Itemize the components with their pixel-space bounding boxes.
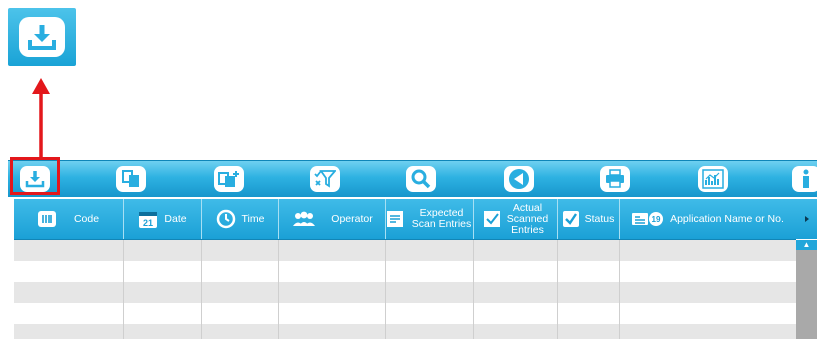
table-row[interactable]: [14, 282, 796, 303]
svg-text:21: 21: [143, 218, 153, 228]
download-icon-callout: [8, 8, 76, 66]
column-header-label: Code: [73, 212, 100, 225]
table-cell-code[interactable]: [14, 303, 124, 324]
copy-icon: [122, 170, 139, 187]
table-cell-operator[interactable]: [279, 303, 386, 324]
table-cell-actual[interactable]: [474, 261, 558, 282]
column-header-code[interactable]: Code: [14, 199, 124, 239]
column-header-actual-scanned-entries[interactable]: Actual Scanned Entries: [474, 199, 558, 239]
column-header-date[interactable]: 21 Date: [124, 199, 202, 239]
table-cell-expected[interactable]: [386, 324, 474, 339]
table-cell-status[interactable]: [558, 261, 620, 282]
print-button[interactable]: [600, 166, 630, 192]
checklist-icon: [483, 210, 501, 228]
table-cell-application[interactable]: [620, 282, 796, 303]
column-header-label: Expected Scan Entries: [411, 207, 472, 230]
table-cell-application[interactable]: [620, 240, 796, 261]
table-cell-actual[interactable]: [474, 282, 558, 303]
table-row[interactable]: [14, 240, 796, 261]
table-body: [14, 240, 796, 339]
table-cell-date[interactable]: [124, 261, 202, 282]
table-cell-expected[interactable]: [386, 261, 474, 282]
scan-icon: [386, 210, 404, 228]
print-icon: [606, 169, 624, 188]
calendar-icon: 21: [138, 209, 158, 229]
info-button[interactable]: [792, 166, 817, 192]
report-button[interactable]: [698, 166, 728, 192]
table-cell-operator[interactable]: [279, 324, 386, 339]
clock-icon: [216, 209, 236, 229]
column-header-application[interactable]: 19 Application Name or No.: [620, 199, 796, 239]
table-cell-actual[interactable]: [474, 324, 558, 339]
download-button-highlight: [10, 157, 60, 195]
table-cell-code[interactable]: [14, 282, 124, 303]
table-cell-operator[interactable]: [279, 261, 386, 282]
checkbox-icon: [562, 211, 579, 227]
filter-icon: [314, 170, 336, 188]
copy-button[interactable]: [116, 166, 146, 192]
table-cell-date[interactable]: [124, 303, 202, 324]
table-row[interactable]: [14, 324, 796, 339]
table-cell-actual[interactable]: [474, 303, 558, 324]
table-cell-time[interactable]: [202, 303, 279, 324]
search-icon: [411, 169, 431, 189]
table-cell-code[interactable]: [14, 240, 124, 261]
table-cell-time[interactable]: [202, 261, 279, 282]
search-button[interactable]: [406, 166, 436, 192]
table-cell-time[interactable]: [202, 240, 279, 261]
download-icon: [19, 17, 65, 57]
table-cell-code[interactable]: [14, 261, 124, 282]
table-cell-actual[interactable]: [474, 240, 558, 261]
back-button[interactable]: [504, 166, 534, 192]
table-cell-date[interactable]: [124, 324, 202, 339]
table-cell-application[interactable]: [620, 261, 796, 282]
info-icon: [803, 169, 809, 188]
table-cell-application[interactable]: [620, 324, 796, 339]
svg-text:19: 19: [652, 215, 661, 224]
table-cell-code[interactable]: [14, 324, 124, 339]
column-header-time[interactable]: Time: [202, 199, 279, 239]
column-header-label: Application Name or No.: [670, 212, 784, 225]
back-triangle-icon: [509, 169, 529, 189]
scroll-up-button[interactable]: ▲: [796, 240, 817, 250]
table-cell-time[interactable]: [202, 324, 279, 339]
table-cell-expected[interactable]: [386, 240, 474, 261]
column-header-label: Operator: [331, 212, 373, 225]
column-header-label: Actual Scanned Entries: [506, 201, 549, 236]
column-header-status[interactable]: Status: [558, 199, 620, 239]
id-card-icon: 19: [632, 211, 664, 227]
table-cell-expected[interactable]: [386, 282, 474, 303]
table-cell-expected[interactable]: [386, 303, 474, 324]
table-cell-status[interactable]: [558, 282, 620, 303]
table-cell-operator[interactable]: [279, 282, 386, 303]
table-cell-status[interactable]: [558, 303, 620, 324]
pointer-arrow: [32, 78, 50, 158]
toolbar: [8, 160, 817, 197]
chart-icon: [702, 169, 724, 189]
table-cell-status[interactable]: [558, 324, 620, 339]
caret-right-icon: [804, 216, 809, 222]
column-header-label: Time: [241, 212, 265, 225]
copy-add-icon: [218, 171, 239, 187]
column-header-operator[interactable]: Operator: [279, 199, 386, 239]
filter-button[interactable]: [310, 166, 340, 192]
users-icon: [291, 211, 317, 227]
table-row[interactable]: [14, 261, 796, 282]
barcode-icon: [37, 211, 56, 227]
table-row[interactable]: [14, 303, 796, 324]
table-cell-time[interactable]: [202, 282, 279, 303]
column-header-label: Status: [584, 212, 615, 225]
table-cell-date[interactable]: [124, 282, 202, 303]
scan-entries-table: Code 21 Date Time Operator Expected Scan…: [14, 199, 817, 339]
table-cell-status[interactable]: [558, 240, 620, 261]
table-cell-date[interactable]: [124, 240, 202, 261]
table-header: Code 21 Date Time Operator Expected Scan…: [14, 199, 796, 240]
vertical-scrollbar[interactable]: [796, 240, 817, 339]
column-chooser-button[interactable]: [796, 199, 817, 239]
copy-add-button[interactable]: [214, 166, 244, 192]
column-header-label: Date: [164, 212, 187, 225]
table-cell-application[interactable]: [620, 303, 796, 324]
table-cell-operator[interactable]: [279, 240, 386, 261]
column-header-expected-scan-entries[interactable]: Expected Scan Entries: [386, 199, 474, 239]
